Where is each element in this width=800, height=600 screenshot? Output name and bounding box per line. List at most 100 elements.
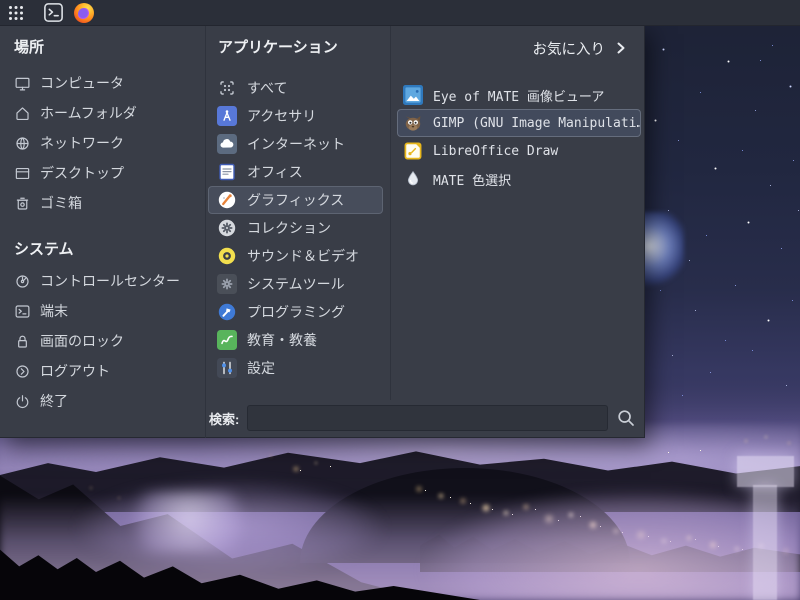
category-education[interactable]: 教育・教養 bbox=[208, 326, 383, 354]
color-select-icon bbox=[403, 169, 423, 189]
chevron-right-icon bbox=[615, 41, 627, 55]
terminal-icon bbox=[14, 303, 31, 320]
app-label: MATE 色選択 bbox=[433, 170, 511, 189]
all-apps-icon bbox=[217, 78, 237, 98]
places-item-desktop[interactable]: デスクトップ bbox=[14, 158, 205, 188]
top-panel bbox=[0, 0, 800, 26]
apps-column: お気に入り Eye of MATE 画像ビューア bbox=[391, 26, 645, 193]
places-item-computer[interactable]: コンピュータ bbox=[14, 68, 205, 98]
home-icon bbox=[14, 105, 31, 122]
wallpaper-fog-pink bbox=[340, 450, 800, 600]
system-item-control-center[interactable]: コントロールセンター bbox=[14, 266, 205, 296]
system-item-label: 画面のロック bbox=[40, 331, 124, 351]
applications-header: アプリケーション bbox=[218, 34, 390, 62]
places-item-label: ネットワーク bbox=[40, 133, 124, 153]
terminal-icon bbox=[43, 2, 64, 23]
favorites-label: お気に入り bbox=[533, 38, 606, 59]
category-label: アクセサリ bbox=[247, 106, 316, 126]
category-collection[interactable]: コレクション bbox=[208, 214, 383, 242]
desktop-icon bbox=[14, 165, 31, 182]
places-item-home[interactable]: ホームフォルダ bbox=[14, 98, 205, 128]
app-list: Eye of MATE 画像ビューア GIMP (GNU Image Manip… bbox=[391, 81, 645, 193]
brisk-menu: 場所 コンピュータ ホームフォルダ ネットワーク bbox=[0, 26, 645, 438]
category-settings[interactable]: 設定 bbox=[208, 354, 383, 382]
system-item-label: コントロールセンター bbox=[40, 271, 180, 291]
favorites-button[interactable]: お気に入り bbox=[391, 34, 627, 62]
category-label: 教育・教養 bbox=[247, 330, 317, 350]
category-graphics[interactable]: グラフィックス bbox=[208, 186, 383, 214]
category-label: システムツール bbox=[247, 274, 345, 294]
system-item-logout[interactable]: ログアウト bbox=[14, 356, 205, 386]
education-icon bbox=[217, 330, 237, 350]
system-item-terminal[interactable]: 端末 bbox=[14, 296, 205, 326]
search-label: 検索: bbox=[209, 409, 239, 428]
system-item-label: 端末 bbox=[40, 301, 68, 321]
places-header: 場所 bbox=[14, 34, 205, 62]
places-item-network[interactable]: ネットワーク bbox=[14, 128, 205, 158]
places-item-label: コンピュータ bbox=[40, 73, 124, 93]
system-item-shutdown[interactable]: 終了 bbox=[14, 386, 205, 416]
search-input[interactable] bbox=[247, 405, 608, 431]
category-all[interactable]: すべて bbox=[208, 74, 383, 102]
graphics-icon bbox=[217, 190, 237, 210]
programming-icon bbox=[217, 302, 237, 322]
desktop-screen: T 場所 bbox=[0, 0, 800, 600]
category-internet[interactable]: インターネット bbox=[208, 130, 383, 158]
category-label: 設定 bbox=[247, 358, 275, 378]
app-mate-color-select[interactable]: MATE 色選択 bbox=[397, 165, 641, 193]
accessories-icon bbox=[217, 106, 237, 126]
eye-of-mate-icon bbox=[403, 85, 423, 105]
firefox-icon bbox=[74, 3, 94, 23]
libreoffice-draw-icon bbox=[403, 141, 423, 161]
office-icon bbox=[217, 162, 237, 182]
shutdown-icon bbox=[14, 393, 31, 410]
system-item-label: ログアウト bbox=[40, 361, 110, 381]
category-label: すべて bbox=[247, 78, 287, 98]
sidebar: 場所 コンピュータ ホームフォルダ ネットワーク bbox=[0, 26, 205, 438]
internet-icon bbox=[217, 134, 237, 154]
system-header: システム bbox=[14, 236, 205, 264]
system-tools-icon bbox=[217, 274, 237, 294]
category-sound-video[interactable]: サウンド＆ビデオ bbox=[208, 242, 383, 270]
network-icon bbox=[14, 135, 31, 152]
search-icon bbox=[616, 408, 636, 428]
settings-icon bbox=[217, 358, 237, 378]
places-item-label: デスクトップ bbox=[40, 163, 124, 183]
category-label: インターネット bbox=[247, 134, 345, 154]
lock-icon bbox=[14, 333, 31, 350]
app-label: GIMP (GNU Image Manipulati… bbox=[433, 116, 641, 131]
control-center-icon bbox=[14, 273, 31, 290]
letter-t-stem bbox=[753, 485, 777, 600]
gimp-icon bbox=[403, 113, 423, 133]
search-button[interactable] bbox=[608, 404, 644, 432]
menu-button[interactable] bbox=[4, 1, 28, 25]
system-item-label: 終了 bbox=[40, 391, 68, 411]
category-office[interactable]: オフィス bbox=[208, 158, 383, 186]
sound-video-icon bbox=[217, 246, 237, 266]
places-item-label: ホームフォルダ bbox=[40, 103, 137, 123]
category-accessories[interactable]: アクセサリ bbox=[208, 102, 383, 130]
category-system-tools[interactable]: システムツール bbox=[208, 270, 383, 298]
category-programming[interactable]: プログラミング bbox=[208, 298, 383, 326]
places-item-trash[interactable]: ゴミ箱 bbox=[14, 188, 205, 218]
trash-icon bbox=[14, 195, 31, 212]
terminal-launcher[interactable] bbox=[41, 1, 65, 25]
app-gimp[interactable]: GIMP (GNU Image Manipulati… bbox=[397, 109, 641, 137]
app-eye-of-mate[interactable]: Eye of MATE 画像ビューア bbox=[397, 81, 641, 109]
app-libreoffice-draw[interactable]: LibreOffice Draw bbox=[397, 137, 641, 165]
search-row: 検索: bbox=[206, 403, 644, 433]
logout-icon bbox=[14, 363, 31, 380]
system-item-lock-screen[interactable]: 画面のロック bbox=[14, 326, 205, 356]
category-label: グラフィックス bbox=[247, 190, 344, 210]
category-label: コレクション bbox=[247, 218, 331, 238]
app-label: LibreOffice Draw bbox=[433, 144, 558, 159]
computer-icon bbox=[14, 75, 31, 92]
wallpaper-letter-t: T bbox=[737, 456, 794, 600]
places-item-label: ゴミ箱 bbox=[40, 193, 82, 213]
firefox-launcher[interactable] bbox=[72, 1, 96, 25]
collection-icon bbox=[217, 218, 237, 238]
category-label: サウンド＆ビデオ bbox=[247, 246, 359, 266]
category-label: オフィス bbox=[247, 162, 303, 182]
letter-t-bar bbox=[737, 456, 794, 487]
category-label: プログラミング bbox=[247, 302, 345, 322]
